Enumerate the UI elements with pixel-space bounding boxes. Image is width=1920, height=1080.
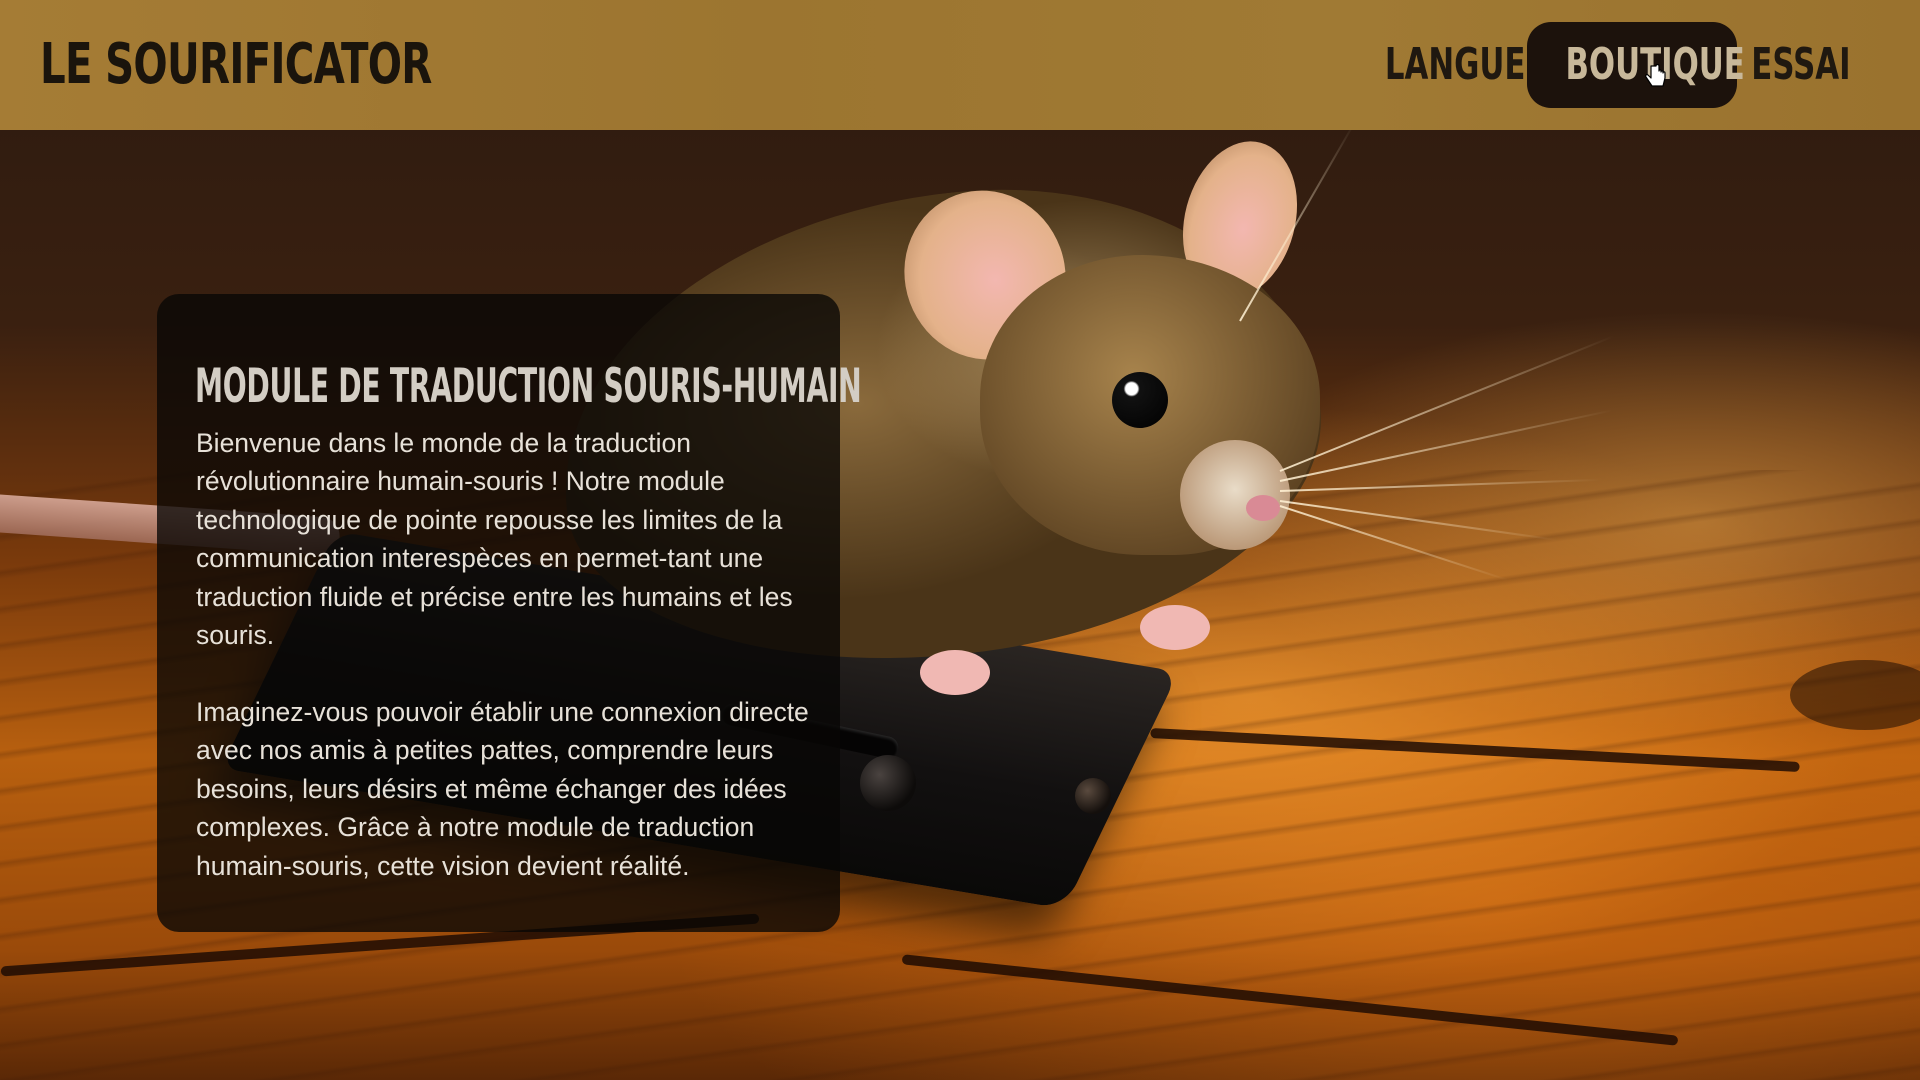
panel-paragraph: Imaginez-vous pouvoir établir une connex… [196,696,809,881]
mouse-nose [1246,495,1280,521]
mouse-paw [1140,605,1210,650]
nav-item-langues[interactable]: LANGUES [1350,22,1548,108]
site-header: LE SOURIFICATOR LANGUES BOUTIQUE ESSAI [0,0,1920,130]
info-panel: MODULE DE TRADUCTION SOURIS-HUMAIN Bienv… [157,294,862,932]
mouse-snout [1180,440,1290,550]
panel-paragraph: Bienvenue dans le monde de la traduction… [196,427,793,651]
mouse-eye [1112,372,1168,428]
nav-item-label: LANGUES [1384,39,1548,90]
hand-pointer-icon [1645,64,1666,87]
device-knob [860,755,916,811]
mouse-paw [920,650,990,695]
device-screw [1075,778,1111,814]
panel-title: MODULE DE TRADUCTION SOURIS-HUMAIN [195,359,862,415]
nav-item-boutique[interactable]: BOUTIQUE [1527,22,1745,108]
site-logo[interactable]: LE SOURIFICATOR [40,26,432,104]
nav-item-label: ESSAI [1751,39,1851,90]
nav-item-essai[interactable]: ESSAI [1730,22,1860,108]
mouse-whisker [1279,335,1615,472]
